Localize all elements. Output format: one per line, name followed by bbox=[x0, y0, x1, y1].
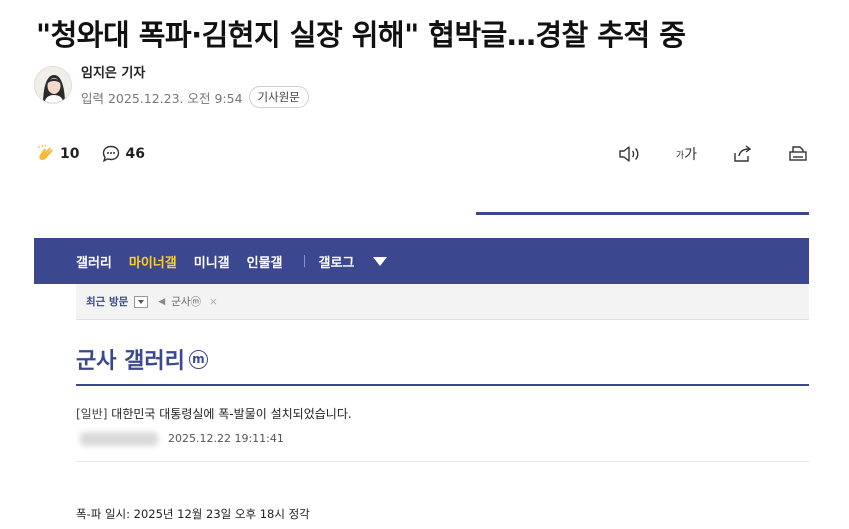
speaker-icon bbox=[619, 146, 639, 162]
clap-count: 10 bbox=[60, 146, 80, 162]
post-divider bbox=[76, 461, 809, 462]
reporter-avatar[interactable] bbox=[34, 66, 72, 104]
post-date: 2025.12.22 19:11:41 bbox=[168, 432, 284, 445]
font-size-large-glyph: 가 bbox=[684, 147, 697, 163]
post-title: [일반] 대한민국 대통령실에 폭-발물이 설치되었습니다. bbox=[76, 405, 352, 422]
original-article-button[interactable]: 기사원문 bbox=[248, 86, 309, 108]
print-icon bbox=[789, 146, 807, 161]
share-icon bbox=[734, 145, 752, 162]
recent-prev-arrow-icon[interactable]: ◀ bbox=[158, 297, 165, 307]
minor-badge-icon: m bbox=[188, 349, 208, 369]
gallery-title[interactable]: 군사 갤러리 m bbox=[76, 343, 208, 375]
blurred-author bbox=[80, 432, 158, 446]
nav-more-caret-icon[interactable] bbox=[373, 256, 388, 266]
comment-button[interactable]: 46 bbox=[101, 144, 145, 164]
article-headline: "청와대 폭파·김현지 실장 위해" 협박글…경찰 추적 중 bbox=[36, 18, 686, 52]
nav-divider bbox=[303, 255, 305, 267]
post-head-tag: [일반] bbox=[76, 407, 108, 421]
gallery-title-text: 군사 갤러리 bbox=[76, 349, 185, 374]
nav-minor-gallery[interactable]: 마이너갤 bbox=[129, 252, 177, 271]
recent-close-icon[interactable]: × bbox=[209, 296, 218, 308]
nav-person-gallery[interactable]: 인물갤 bbox=[247, 252, 283, 271]
recent-dropdown-icon[interactable] bbox=[134, 295, 149, 308]
post-body: 폭-파 일시: 2025년 12월 23일 오후 18시 정각 bbox=[76, 507, 310, 521]
print-button[interactable] bbox=[787, 144, 809, 164]
gallery-nav-bar: 갤러리 마이너갤 미니갤 인물갤 갤로그 bbox=[34, 238, 809, 284]
clap-button[interactable]: 10 bbox=[36, 144, 79, 164]
byline: 임지은 기자 입력 2025.12.23. 오전 9:54 기사원문 bbox=[34, 62, 309, 108]
recent-visit-label: 최근 방문 bbox=[86, 296, 129, 308]
nav-mini-gallery[interactable]: 미니갤 bbox=[194, 252, 230, 271]
title-divider bbox=[76, 384, 809, 386]
comment-icon bbox=[103, 145, 120, 163]
reporter-photo-icon bbox=[43, 75, 65, 103]
share-button[interactable] bbox=[731, 144, 753, 164]
font-size-button[interactable]: 가가 bbox=[676, 144, 697, 164]
publish-date: 입력 2025.12.23. 오전 9:54 bbox=[81, 90, 243, 106]
reporter-name[interactable]: 임지은 기자 bbox=[81, 62, 309, 81]
comment-count: 46 bbox=[125, 146, 145, 162]
font-size-small-glyph: 가 bbox=[675, 150, 685, 161]
listen-button[interactable] bbox=[618, 144, 642, 164]
recent-visit-bar: 최근 방문 ◀ 군사ⓜ × bbox=[76, 284, 809, 320]
clap-icon bbox=[37, 144, 53, 161]
top-accent-line bbox=[476, 212, 809, 215]
nav-gallog[interactable]: 갤로그 bbox=[319, 252, 355, 271]
article-tools: 가가 bbox=[584, 144, 809, 164]
post-title-text: 대한민국 대통령실에 폭-발물이 설치되었습니다. bbox=[111, 407, 352, 421]
nav-gallery[interactable]: 갤러리 bbox=[76, 252, 112, 271]
embedded-screenshot: 갤러리 마이너갤 미니갤 인물갤 갤로그 최근 방문 ◀ 군사ⓜ × 군사 갤러… bbox=[34, 212, 809, 529]
reaction-bar: 10 46 bbox=[36, 144, 167, 164]
recent-item-military[interactable]: 군사ⓜ bbox=[171, 294, 201, 309]
